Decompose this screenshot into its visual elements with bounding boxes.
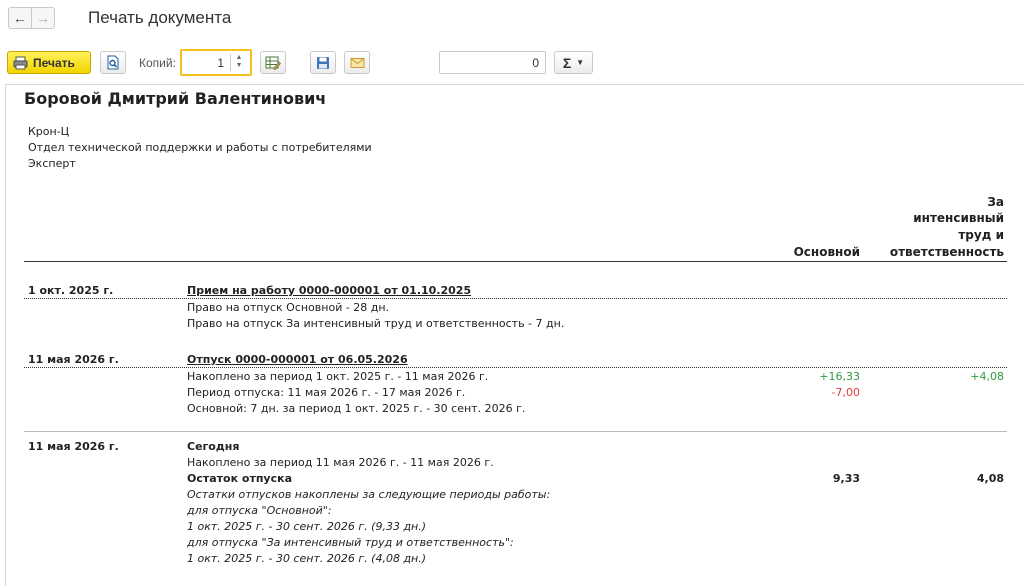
arrow-right-icon: → (36, 10, 50, 26)
copies-value: 1 (217, 56, 224, 70)
column-header-intensive-2: интенсивный (913, 211, 1004, 225)
send-email-button[interactable] (344, 51, 370, 74)
section-line: Период отпуска: 11 мая 2026 г. - 17 мая … (187, 386, 466, 399)
section-date: 1 окт. 2025 г. (28, 284, 114, 297)
window-title: Печать документа (88, 8, 232, 27)
sigma-icon: Σ (562, 54, 572, 71)
print-preview-icon (107, 55, 119, 70)
section-separator (24, 431, 1007, 432)
document-sheet (5, 84, 1024, 586)
sum-field: 0 (439, 51, 546, 74)
copies-input[interactable]: 1 ▲ ▼ (180, 49, 252, 76)
chevron-down-icon: ▼ (576, 58, 585, 67)
vertical-scrollbar[interactable] (1017, 84, 1024, 586)
preview-button[interactable] (100, 51, 126, 74)
table-edit-icon (265, 56, 281, 70)
employee-name: Боровой Дмитрий Валентинович (24, 89, 327, 108)
balance-note: для отпуска "Основной": (187, 504, 332, 517)
section-title-today: Сегодня (187, 440, 240, 453)
organization: Крон-Ц (28, 125, 70, 138)
column-header-intensive-4: ответственность (889, 245, 1004, 259)
copies-label: Копий: (139, 56, 176, 70)
balance-note: для отпуска "За интенсивный труд и ответ… (187, 536, 514, 549)
title-bar: ← → Печать документа (0, 0, 1024, 38)
position: Эксперт (28, 157, 76, 170)
balance-basic-value: 9,33 (832, 472, 860, 485)
floppy-disk-icon (317, 56, 329, 69)
balance-note: 1 окт. 2025 г. - 30 сент. 2026 г. (4,08 … (187, 552, 427, 565)
sum-value: 0 (532, 56, 539, 70)
section-date: 11 мая 2026 г. (28, 440, 119, 453)
arrow-left-icon: ← (13, 10, 27, 26)
section-line: Основной: 7 дн. за период 1 окт. 2025 г.… (187, 402, 526, 415)
document-link[interactable]: Отпуск 0000-000001 от 06.05.2026 (187, 353, 408, 366)
printer-icon (13, 56, 28, 69)
print-button[interactable]: Печать (7, 51, 91, 74)
section-line: Накоплено за период 11 мая 2026 г. - 11 … (187, 456, 494, 469)
balance-note: Остатки отпусков накоплены за следующие … (187, 488, 551, 501)
column-header-intensive-3: труд и (958, 228, 1004, 242)
balance-note: 1 окт. 2025 г. - 30 сент. 2026 г. (9,33 … (187, 520, 427, 533)
department: Отдел технической поддержки и работы с п… (28, 141, 372, 154)
balance-intensive-value: 4,08 (976, 472, 1004, 485)
section-line: Право на отпуск За интенсивный труд и от… (187, 317, 565, 330)
accrued-basic-value: +16,33 (819, 370, 860, 383)
section-line: Право на отпуск Основной - 28 дн. (187, 301, 390, 314)
header-divider (24, 261, 1007, 262)
forward-button[interactable]: → (31, 7, 55, 29)
save-button[interactable] (310, 51, 336, 74)
column-header-intensive-1: За (987, 195, 1004, 209)
envelope-icon (350, 57, 364, 68)
balance-label: Остаток отпуска (187, 472, 293, 485)
print-button-label: Печать (33, 55, 75, 70)
sum-dropdown-button[interactable]: Σ ▼ (554, 51, 593, 74)
copies-stepper[interactable]: ▲ ▼ (230, 54, 247, 71)
accrued-intensive-value: +4,08 (970, 370, 1004, 383)
edit-table-button[interactable] (260, 51, 286, 74)
section-date: 11 мая 2026 г. (28, 353, 119, 366)
back-button[interactable]: ← (8, 7, 32, 29)
section-divider (24, 298, 1007, 299)
used-basic-value: -7,00 (831, 386, 860, 399)
column-header-basic: Основной (793, 245, 860, 259)
document-link[interactable]: Прием на работу 0000-000001 от 01.10.202… (187, 284, 471, 297)
section-line: Накоплено за период 1 окт. 2025 г. - 11 … (187, 370, 489, 383)
section-divider (24, 367, 1007, 368)
